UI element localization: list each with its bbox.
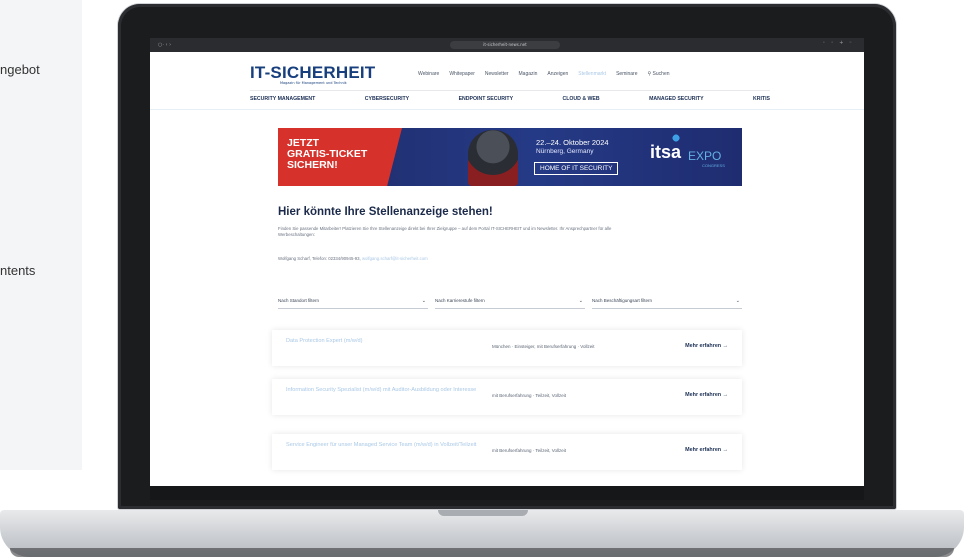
topnav-magazin[interactable]: Magazin	[519, 71, 538, 77]
laptop-screen: ○· ‹ › it-sicherheit-news.net ◦ ◦ + ◦ IT…	[150, 38, 864, 486]
job-more-link[interactable]: Mehr erfahren →	[685, 392, 728, 398]
itsa-logo-congress: CONGRESS	[702, 163, 725, 168]
page-title: Hier könnte Ihre Stellenanzeige stehen!	[278, 206, 493, 218]
filter-label: Nach Karrierestufe filtern	[435, 298, 485, 303]
laptop-shadow	[10, 548, 954, 557]
laptop-bezel-bottom	[150, 486, 864, 500]
filter-label: Nach Beschäftigungsart filtern	[592, 298, 653, 303]
browser-chrome: ○· ‹ › it-sicherheit-news.net ◦ ◦ + ◦	[150, 38, 864, 52]
background-text-fragment: ngebot	[0, 62, 40, 77]
job-more-label: Mehr erfahren	[685, 392, 722, 398]
itsa-logo-expo: EXPO	[688, 149, 722, 163]
address-bar[interactable]: it-sicherheit-news.net	[450, 41, 560, 49]
mainnav-endpoint-security[interactable]: ENDPOINT SECURITY	[459, 96, 513, 102]
job-more-link[interactable]: Mehr erfahren →	[685, 447, 728, 453]
contact-email-link[interactable]: wolfgang.scharf@it-sicherheit.com	[362, 256, 428, 261]
mainnav-managed-security[interactable]: MANAGED SECURITY	[649, 96, 703, 102]
job-meta: mit Berufserfahrung · Teilzeit, Vollzeit	[492, 448, 566, 453]
arrow-right-icon: →	[722, 392, 728, 398]
main-navigation: SECURITY MANAGEMENT CYBERSECURITY ENDPOI…	[250, 96, 770, 102]
itsa-expo-banner[interactable]: JETZT GRATIS-TICKET SICHERN! 22.–24. Okt…	[278, 128, 742, 186]
arrow-right-icon: →	[722, 343, 728, 349]
topnav-anzeigen[interactable]: Anzeigen	[547, 71, 568, 77]
topnav-seminare[interactable]: Seminare	[616, 71, 637, 77]
chevron-down-icon: ⌄	[421, 298, 426, 304]
job-more-label: Mehr erfahren	[685, 447, 722, 453]
topnav-stellenmarkt[interactable]: Stellenmarkt	[578, 71, 606, 77]
job-meta: mit Berufserfahrung · Teilzeit, Vollzeit	[492, 393, 566, 398]
itsa-logo: itsa	[650, 142, 682, 162]
hockey-player-image	[468, 130, 518, 186]
job-title-link[interactable]: Data Protection Expert (m/w/d)	[286, 338, 491, 345]
site-logo-tagline: Magazin für Management und Technik	[280, 81, 347, 85]
banner-cta-text: JETZT GRATIS-TICKET SICHERN!	[287, 138, 397, 171]
background-text-fragment: ntents	[0, 263, 36, 278]
filter-bar: Nach Standort filtern ⌄ Nach Karrierestu…	[278, 296, 742, 309]
filter-label: Nach Standort filtern	[278, 298, 320, 303]
job-title-link[interactable]: Information Security Spezialist (m/w/d) …	[286, 387, 491, 394]
mainnav-cloud-web[interactable]: CLOUD & WEB	[562, 96, 599, 102]
mainnav-security-management[interactable]: SECURITY MANAGEMENT	[250, 96, 315, 102]
arrow-right-icon: →	[722, 447, 728, 453]
banner-cta-line: SICHERN!	[287, 159, 338, 171]
job-listing-card[interactable]: Information Security Spezialist (m/w/d) …	[272, 379, 742, 415]
topnav-search[interactable]: ⚲ Suchen	[647, 71, 669, 77]
contact-line: Wolfgang Scharf, Telefon: 02334/90945-93…	[278, 256, 428, 261]
filter-location-select[interactable]: Nach Standort filtern ⌄	[278, 296, 428, 309]
main-nav-divider	[150, 109, 864, 110]
top-navigation: Webinare Whitepaper Newsletter Magazin A…	[418, 71, 670, 77]
job-more-label: Mehr erfahren	[685, 343, 722, 349]
mainnav-cybersecurity[interactable]: CYBERSECURITY	[365, 96, 409, 102]
contact-name: Wolfgang Scharf, Telefon: 02334/90945-93…	[278, 256, 361, 261]
banner-city: Nürnberg, Germany	[536, 148, 594, 155]
site-logo[interactable]: IT-SICHERHEIT	[250, 63, 375, 83]
banner-date: 22.–24. Oktober 2024	[536, 138, 609, 147]
topnav-whitepaper[interactable]: Whitepaper	[449, 71, 475, 77]
job-listing-card[interactable]: Data Protection Expert (m/w/d) München ·…	[272, 330, 742, 366]
job-meta: München · Einsteiger, mit Berufserfahrun…	[492, 344, 595, 349]
browser-window-controls[interactable]: ◦ ◦ + ◦	[822, 40, 854, 46]
banner-home-badge: HOME OF IT SECURITY	[534, 162, 619, 175]
topnav-webinare[interactable]: Webinare	[418, 71, 439, 77]
chevron-down-icon: ⌄	[578, 298, 583, 304]
topnav-newsletter[interactable]: Newsletter	[485, 71, 509, 77]
job-title-link[interactable]: Service Engineer für unser Managed Servi…	[286, 442, 491, 449]
laptop-notch	[438, 510, 528, 516]
job-more-link[interactable]: Mehr erfahren →	[685, 343, 728, 349]
browser-nav-controls[interactable]: ○· ‹ ›	[158, 42, 171, 48]
intro-text: Finden Sie passende Mitarbeiter! Platzie…	[278, 226, 612, 237]
chevron-down-icon: ⌄	[735, 298, 740, 304]
mainnav-kritis[interactable]: KRITIS	[753, 96, 770, 102]
filter-employment-type-select[interactable]: Nach Beschäftigungsart filtern ⌄	[592, 296, 742, 309]
job-listing-card[interactable]: Service Engineer für unser Managed Servi…	[272, 434, 742, 470]
filter-career-level-select[interactable]: Nach Karrierestufe filtern ⌄	[435, 296, 585, 309]
topnav-search-label: Suchen	[652, 71, 670, 77]
